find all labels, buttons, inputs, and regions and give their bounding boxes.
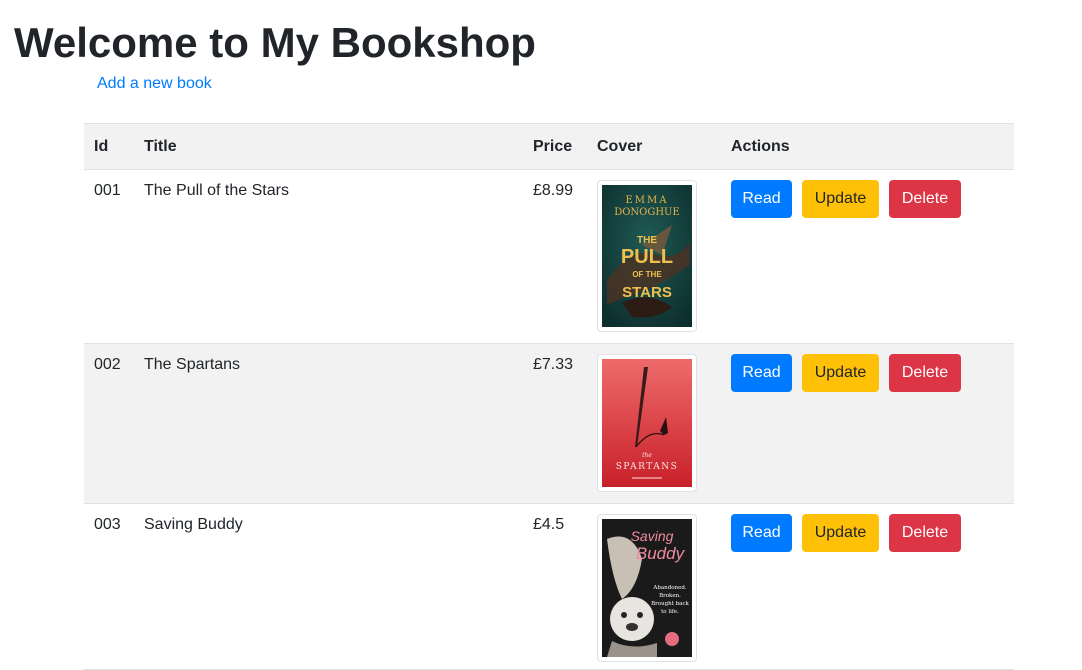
book-price: £8.99 <box>533 182 574 199</box>
delete-button[interactable]: Delete <box>889 180 961 218</box>
add-new-book-link[interactable]: Add a new book <box>97 75 212 93</box>
table-row: 003 Saving Buddy £4.5 Saving Buddy Aband… <box>84 504 1014 670</box>
update-button[interactable]: Update <box>802 514 879 552</box>
book-title: Saving Buddy <box>144 516 243 533</box>
table-row: 001 The Pull of the Stars £8.99 EMMA DON… <box>84 170 1014 344</box>
header-title: Title <box>144 137 177 155</box>
read-button[interactable]: Read <box>731 180 792 218</box>
svg-text:OF THE: OF THE <box>632 270 662 279</box>
book-cover-cell: Saving Buddy Abandoned. Broken. Brought … <box>587 504 721 670</box>
book-cover-image: Saving Buddy Abandoned. Broken. Brought … <box>597 514 697 662</box>
book-cover-image: EMMA DONOGHUE THE PULL OF THE STARS <box>597 180 697 332</box>
update-button[interactable]: Update <box>802 354 879 392</box>
svg-text:STARS: STARS <box>622 284 672 301</box>
book-title: The Spartans <box>144 356 241 373</box>
svg-text:DONOGHUE: DONOGHUE <box>614 207 680 218</box>
actions-cell: Read Update Delete <box>721 344 1014 504</box>
book-cover-cell: EMMA DONOGHUE THE PULL OF THE STARS <box>587 170 721 344</box>
book-price: £7.33 <box>533 356 574 373</box>
book-title: The Pull of the Stars <box>144 182 289 199</box>
svg-text:THE: THE <box>637 235 657 246</box>
book-id: 001 <box>94 182 121 199</box>
page-title: Welcome to My Bookshop <box>14 19 536 66</box>
book-id: 003 <box>94 516 121 533</box>
table-header-row: Id Title Price Cover Actions <box>84 123 1014 170</box>
svg-text:Buddy: Buddy <box>636 544 686 563</box>
svg-text:the: the <box>642 452 652 459</box>
delete-button[interactable]: Delete <box>889 354 961 392</box>
actions-cell: Read Update Delete <box>721 504 1014 670</box>
book-cover-image: the SPARTANS <box>597 354 697 492</box>
header-actions: Actions <box>731 137 790 155</box>
table-row: 002 The Spartans £7.33 the SPARTANS Read… <box>84 343 1014 504</box>
actions-cell: Read Update Delete <box>721 170 1014 344</box>
svg-text:SPARTANS: SPARTANS <box>616 462 679 472</box>
book-price: £4.5 <box>533 516 565 533</box>
book-id: 002 <box>94 356 121 373</box>
book-cover-cell: the SPARTANS <box>587 344 721 504</box>
svg-text:Broken.: Broken. <box>659 593 681 599</box>
svg-text:Brought back: Brought back <box>651 601 689 607</box>
header-price: Price <box>533 137 573 155</box>
header-cover: Cover <box>597 137 643 155</box>
svg-text:Saving: Saving <box>631 528 674 544</box>
svg-text:EMMA: EMMA <box>626 195 669 206</box>
header-id: Id <box>94 137 109 155</box>
svg-text:Abandoned.: Abandoned. <box>652 585 686 591</box>
update-button[interactable]: Update <box>802 180 879 218</box>
read-button[interactable]: Read <box>731 514 792 552</box>
delete-button[interactable]: Delete <box>889 514 961 552</box>
svg-text:to life.: to life. <box>661 609 679 615</box>
svg-text:PULL: PULL <box>621 246 673 268</box>
read-button[interactable]: Read <box>731 354 792 392</box>
books-table: Id Title Price Cover Actions 001 The Pul… <box>84 123 1014 670</box>
